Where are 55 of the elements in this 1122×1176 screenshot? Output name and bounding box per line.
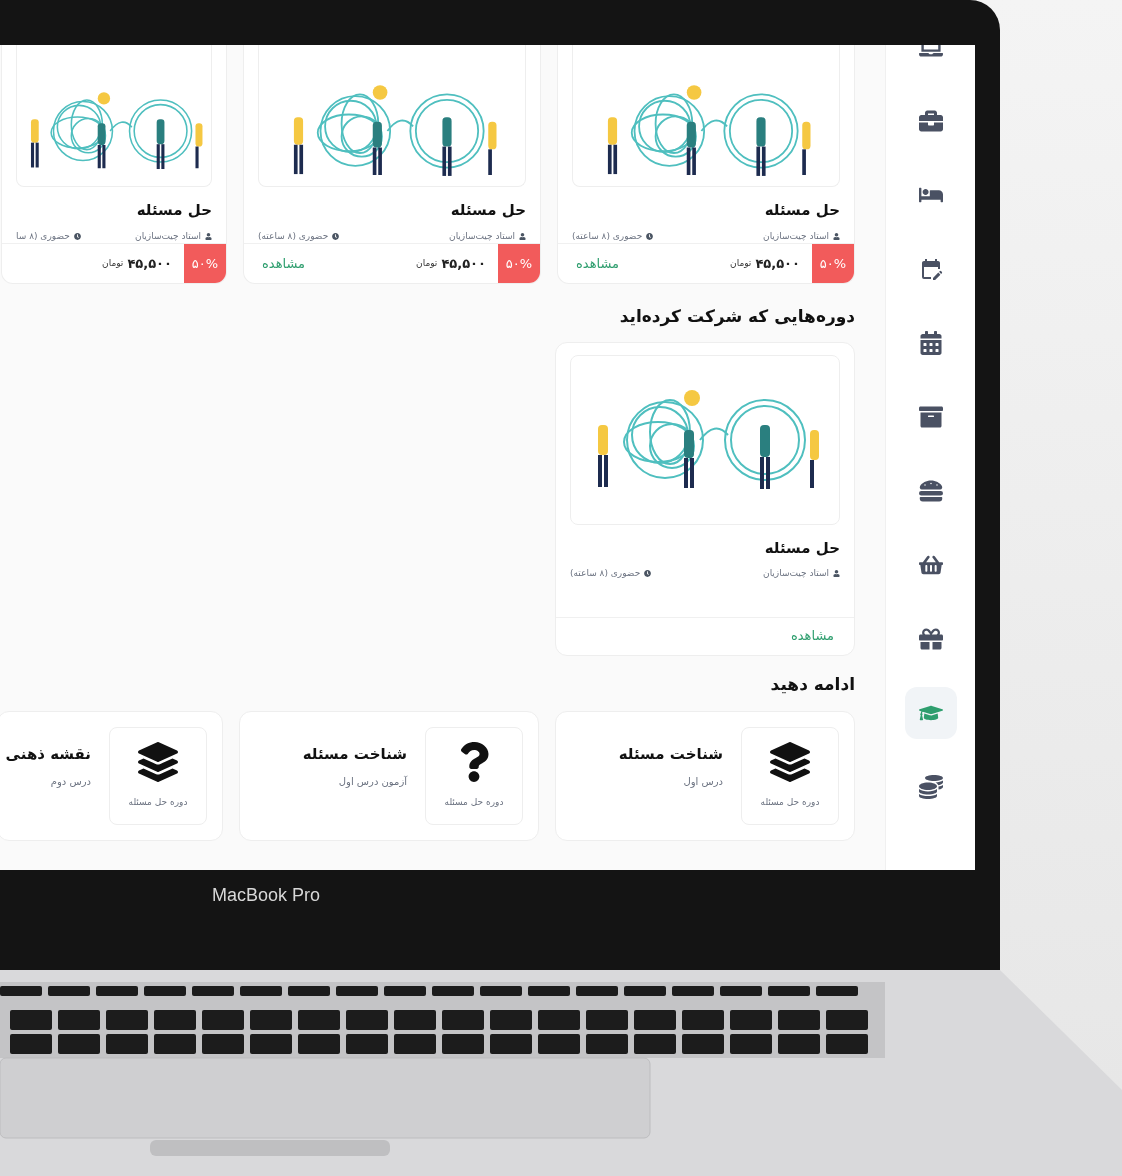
lesson-subtitle: درس اول [682,774,723,789]
section-heading: ادامه دهید [770,672,855,696]
course-mode: حضوری (۸ ساعته) [570,567,641,580]
sidebar-item[interactable] [904,687,957,739]
clock-icon [644,570,652,578]
lesson-title: شناخت مسئله [302,744,407,765]
lesson-card[interactable]: دوره حل مسئله شناخت مسئله آزمون درس اول [239,711,539,841]
price: ۴۵,۵۰۰ [755,254,800,273]
laptop-label: MacBook Pro [212,883,321,907]
lesson-subtitle: درس دوم [49,774,91,789]
person-icon [833,232,840,240]
currency: تومان [730,256,752,270]
section-heading: دوره‌هایی که شرکت کرده‌اید [619,305,855,329]
currency: تومان [102,256,124,270]
person-icon [205,232,212,240]
clock-icon [332,232,340,240]
teacher-name: استاد چیت‌سازیان [763,567,829,580]
gift-icon [918,627,943,651]
course-caption: دوره حل مسئله [128,796,188,810]
coins-icon [918,775,943,799]
archive-icon [918,405,943,429]
lesson-card[interactable]: دوره حل مسئله نقشه ذهنی درس دوم [0,711,223,841]
person-icon [833,570,840,578]
calendar-icon [918,331,943,355]
person-icon [519,232,526,240]
course-mode: حضوری (۸ ساعته) [572,229,643,243]
discount-badge: ۵۰% [498,244,540,283]
lesson-title: نقشه ذهنی [5,744,91,765]
discount-badge: ۵۰% [812,244,854,283]
course-mode: حضوری (۸ سا [16,229,70,243]
course-caption: دوره حل مسئله [444,796,504,810]
course-title: حل مسئله [763,537,840,559]
view-link[interactable]: مشاهده [791,626,834,646]
teacher-name: استاد چیت‌سازیان [449,229,515,243]
layers-icon [770,742,810,783]
briefcase-icon [918,109,943,133]
course-title: حل مسئله [135,200,212,221]
teacher-name: استاد چیت‌سازیان [763,229,829,243]
course-title: حل مسئله [449,200,526,221]
burger-icon [918,479,943,503]
teacher-name: استاد چیت‌سازیان [135,229,201,243]
lesson-title: شناخت مسئله [618,744,723,765]
layers-icon [138,742,178,783]
course-title: حل مسئله [763,200,840,221]
lesson-subtitle: آزمون درس اول [337,774,407,789]
clock-icon [646,232,654,240]
price: ۴۵,۵۰۰ [441,254,486,273]
basket-icon [918,553,943,577]
clock-icon [73,232,81,240]
discount-badge: ۵۰% [184,244,226,283]
lesson-card[interactable]: دوره حل مسئله شناخت مسئله درس اول [555,711,855,841]
price: ۴۵,۵۰۰ [127,254,172,273]
currency: تومان [416,256,438,270]
course-mode: حضوری (۸ ساعته) [258,229,329,243]
course-caption: دوره حل مسئله [760,796,820,810]
